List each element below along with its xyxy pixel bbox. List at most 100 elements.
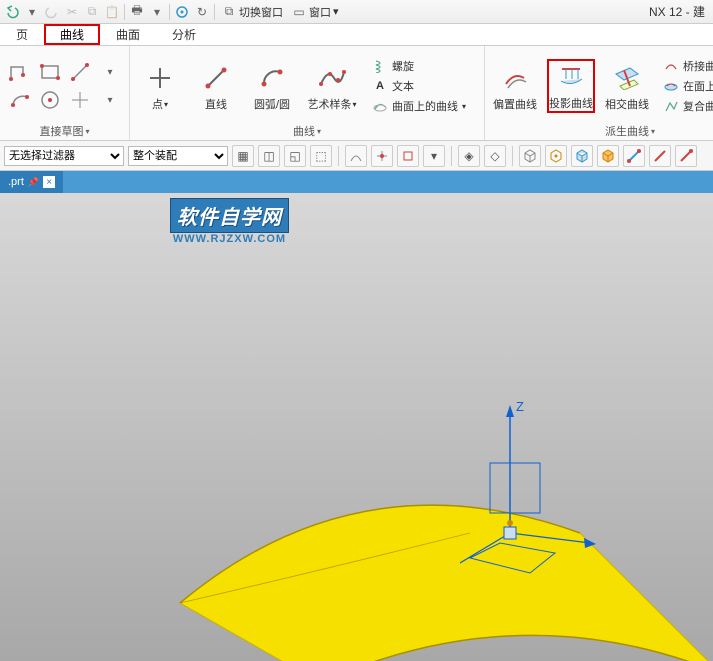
viewport-3d[interactable]: 软件自学网 WWW.RJZXW.COM Z [0,193,713,661]
text-icon: A [372,78,388,94]
dropdown-icon[interactable]: ▾ [85,127,89,136]
close-icon[interactable]: × [43,176,55,188]
filter-select[interactable]: 无选择过滤器 [4,146,124,166]
separator [169,4,170,20]
dropdown-icon[interactable]: ▾ [96,59,124,85]
curve-on-face-button[interactable]: 曲面上的曲线 ▾ [368,97,478,115]
offset-on-face-button[interactable]: 在面上偏置曲线 [659,77,713,95]
point-icon[interactable] [66,87,94,113]
pin-icon[interactable]: 📌 [28,177,39,188]
spline-icon [318,64,346,92]
sel-icon[interactable] [345,145,367,167]
window-menu[interactable]: ▭窗口▾ [289,4,341,20]
art-spline-button[interactable]: 艺术样条▾ [304,60,360,112]
sel-icon[interactable]: ▾ [423,145,445,167]
dropdown-icon[interactable]: ▾ [651,127,655,136]
dropdown-icon: ▾ [462,102,466,111]
selection-bar: 无选择过滤器 整个装配 ▦ ◫ ◱ ⬚ ▾ ◈ ◇ [0,141,713,171]
arc-icon [258,64,286,92]
dropdown-icon: ▾ [164,100,168,109]
project-label: 投影曲线 [549,95,593,111]
sketch-shape-grid: ▾ ▾ [6,59,124,113]
sel-icon[interactable]: ◱ [284,145,306,167]
helix-label: 螺旋 [392,58,414,74]
refresh-icon[interactable]: ↻ [194,4,210,20]
intersect-curve-button[interactable]: 相交曲线 [603,60,651,112]
sel-icon[interactable] [397,145,419,167]
paste-icon[interactable]: 📋 [104,4,120,20]
group-derived-curve: 偏置曲线 投影曲线 相交曲线 桥接曲线 在面上偏置曲线 复合曲线 派生曲线▾ [485,46,713,140]
dropdown-icon[interactable]: ▾ [317,127,321,136]
redo-icon[interactable] [44,4,60,20]
dropdown-icon[interactable]: ▾ [24,4,40,20]
sel-icon[interactable]: ◈ [458,145,480,167]
offset-curve-button[interactable]: 偏置曲线 [491,60,539,112]
rectangle-icon[interactable] [36,59,64,85]
quick-access-toolbar: ▾ ✂ ⧉ 📋 🖶 ▾ ↻ ⧉切换窗口 ▭窗口▾ NX 12 - 建 [0,0,713,24]
line-label: 直线 [205,96,227,112]
group-label: 曲线 [293,123,315,139]
tab-analysis[interactable]: 分析 [156,24,212,45]
sel-icon[interactable]: ⬚ [310,145,332,167]
tab-page[interactable]: 页 [0,24,44,45]
project-curve-button[interactable]: 投影曲线 [547,59,595,113]
dropdown-icon[interactable]: ▾ [149,4,165,20]
offset-icon [501,64,529,92]
watermark: 软件自学网 WWW.RJZXW.COM [170,198,289,245]
line-icon[interactable] [675,145,697,167]
app-title: NX 12 - 建 [649,3,709,20]
tab-surface[interactable]: 曲面 [100,24,156,45]
cube-icon[interactable] [545,145,567,167]
curve-stack: 螺旋 A文本 曲面上的曲线 ▾ [368,57,478,115]
separator [214,4,215,20]
text-button[interactable]: A文本 [368,77,478,95]
line-icon[interactable] [649,145,671,167]
text-label: 文本 [392,78,414,94]
curve-on-face-label: 曲面上的曲线 [392,98,458,114]
switch-window-button[interactable]: ⧉切换窗口 [219,4,285,20]
separator [451,146,452,166]
composite-label: 复合曲线 [683,98,713,114]
undo-icon[interactable] [4,4,20,20]
group-direct-sketch: ▾ ▾ 直接草图▾ [0,46,130,140]
bridge-label: 桥接曲线 [683,58,713,74]
group-label: 直接草图 [39,123,83,139]
arc-button[interactable]: 圆弧/圆 [248,60,296,112]
dropdown-icon: ▾ [352,100,356,109]
spline-label: 艺术样条 [307,96,351,112]
composite-curve-button[interactable]: 复合曲线 [659,97,713,115]
curve-on-face-icon [372,98,388,114]
line-icon [202,64,230,92]
point-button[interactable]: 点▾ [136,60,184,112]
printer-icon[interactable]: 🖶 [129,4,145,20]
sel-icon[interactable]: ▦ [232,145,254,167]
separator [124,4,125,20]
file-tab[interactable]: .prt 📌 × [0,171,63,193]
dropdown-icon[interactable]: ▾ [96,87,124,113]
cube-icon[interactable] [571,145,593,167]
helix-button[interactable]: 螺旋 [368,57,478,75]
circle-icon[interactable] [36,87,64,113]
cube-icon[interactable] [597,145,619,167]
offset-face-label: 在面上偏置曲线 [683,78,713,94]
line-icon[interactable] [623,145,645,167]
arc-label: 圆弧/圆 [254,96,290,112]
z-axis-label: Z [516,399,524,414]
sel-icon[interactable]: ◇ [484,145,506,167]
line-icon[interactable] [66,59,94,85]
assembly-select[interactable]: 整个装配 [128,146,228,166]
touch-icon[interactable] [174,4,190,20]
offset-face-icon [663,78,679,94]
point-label: 点 [152,96,163,112]
intersect-icon [613,64,641,92]
profile-icon[interactable] [6,59,34,85]
copy-icon[interactable]: ⧉ [84,4,100,20]
arc-icon[interactable] [6,87,34,113]
sel-icon[interactable] [371,145,393,167]
cut-icon[interactable]: ✂ [64,4,80,20]
bridge-curve-button[interactable]: 桥接曲线 [659,57,713,75]
line-button[interactable]: 直线 [192,60,240,112]
sel-icon[interactable]: ◫ [258,145,280,167]
cube-icon[interactable] [519,145,541,167]
tab-curve[interactable]: 曲线 [44,24,100,45]
